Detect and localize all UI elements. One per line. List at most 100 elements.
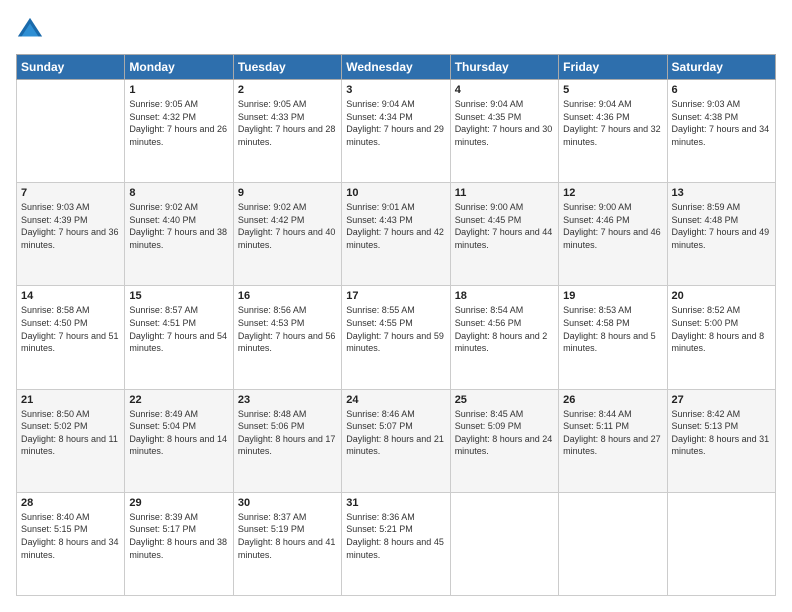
- calendar-cell: 31 Sunrise: 8:36 AMSunset: 5:21 PMDayligh…: [342, 492, 450, 595]
- calendar-cell: 23 Sunrise: 8:48 AMSunset: 5:06 PMDayligh…: [233, 389, 341, 492]
- day-info: Sunrise: 8:52 AMSunset: 5:00 PMDaylight:…: [672, 304, 771, 354]
- day-info: Sunrise: 9:04 AMSunset: 4:35 PMDaylight:…: [455, 98, 554, 148]
- calendar-cell: 22 Sunrise: 8:49 AMSunset: 5:04 PMDayligh…: [125, 389, 233, 492]
- day-info: Sunrise: 8:57 AMSunset: 4:51 PMDaylight:…: [129, 304, 228, 354]
- day-info: Sunrise: 8:37 AMSunset: 5:19 PMDaylight:…: [238, 511, 337, 561]
- day-info: Sunrise: 8:48 AMSunset: 5:06 PMDaylight:…: [238, 408, 337, 458]
- day-info: Sunrise: 9:05 AMSunset: 4:32 PMDaylight:…: [129, 98, 228, 148]
- calendar-week-row: 21 Sunrise: 8:50 AMSunset: 5:02 PMDayligh…: [17, 389, 776, 492]
- calendar-week-row: 14 Sunrise: 8:58 AMSunset: 4:50 PMDayligh…: [17, 286, 776, 389]
- day-number: 18: [455, 290, 554, 302]
- day-number: 12: [563, 187, 662, 199]
- day-number: 31: [346, 497, 445, 509]
- day-info: Sunrise: 8:53 AMSunset: 4:58 PMDaylight:…: [563, 304, 662, 354]
- day-info: Sunrise: 8:40 AMSunset: 5:15 PMDaylight:…: [21, 511, 120, 561]
- calendar-cell: 9Sunrise: 9:02 AMSunset: 4:42 PMDaylight…: [233, 183, 341, 286]
- calendar-cell: 19Sunrise: 8:53 AMSunset: 4:58 PMDayligh…: [559, 286, 667, 389]
- header: [16, 16, 776, 44]
- day-number: 1: [129, 84, 228, 96]
- day-number: 22: [129, 394, 228, 406]
- day-info: Sunrise: 9:00 AMSunset: 4:46 PMDaylight:…: [563, 201, 662, 251]
- day-info: Sunrise: 8:45 AMSunset: 5:09 PMDaylight:…: [455, 408, 554, 458]
- calendar-cell: 12 Sunrise: 9:00 AMSunset: 4:46 PMDayligh…: [559, 183, 667, 286]
- day-info: Sunrise: 8:36 AMSunset: 5:21 PMDaylight:…: [346, 511, 445, 561]
- calendar-cell: 10 Sunrise: 9:01 AMSunset: 4:43 PMDayligh…: [342, 183, 450, 286]
- day-number: 24: [346, 394, 445, 406]
- weekday-header: Wednesday: [342, 55, 450, 80]
- calendar-cell: 27 Sunrise: 8:42 AMSunset: 5:13 PMDayligh…: [667, 389, 775, 492]
- calendar-cell: 5Sunrise: 9:04 AMSunset: 4:36 PMDaylight…: [559, 80, 667, 183]
- day-info: Sunrise: 8:58 AMSunset: 4:50 PMDaylight:…: [21, 304, 120, 354]
- day-info: Sunrise: 8:59 AMSunset: 4:48 PMDaylight:…: [672, 201, 771, 251]
- day-info: Sunrise: 9:01 AMSunset: 4:43 PMDaylight:…: [346, 201, 445, 251]
- day-info: Sunrise: 9:02 AMSunset: 4:40 PMDaylight:…: [129, 201, 228, 251]
- calendar-cell: 4 Sunrise: 9:04 AMSunset: 4:35 PMDaylight…: [450, 80, 558, 183]
- calendar-cell: 6Sunrise: 9:03 AMSunset: 4:38 PMDaylight…: [667, 80, 775, 183]
- day-number: 26: [563, 394, 662, 406]
- day-number: 23: [238, 394, 337, 406]
- day-info: Sunrise: 9:03 AMSunset: 4:39 PMDaylight:…: [21, 201, 120, 251]
- day-number: 25: [455, 394, 554, 406]
- calendar-cell: 17Sunrise: 8:55 AMSunset: 4:55 PMDayligh…: [342, 286, 450, 389]
- day-info: Sunrise: 8:39 AMSunset: 5:17 PMDaylight:…: [129, 511, 228, 561]
- calendar-cell: [667, 492, 775, 595]
- day-info: Sunrise: 8:54 AMSunset: 4:56 PMDaylight:…: [455, 304, 554, 354]
- day-info: Sunrise: 8:44 AMSunset: 5:11 PMDaylight:…: [563, 408, 662, 458]
- day-info: Sunrise: 8:50 AMSunset: 5:02 PMDaylight:…: [21, 408, 120, 458]
- day-number: 21: [21, 394, 120, 406]
- day-number: 3: [346, 84, 445, 96]
- weekday-header: Sunday: [17, 55, 125, 80]
- page: SundayMondayTuesdayWednesdayThursdayFrid…: [0, 0, 792, 612]
- day-info: Sunrise: 8:46 AMSunset: 5:07 PMDaylight:…: [346, 408, 445, 458]
- day-number: 11: [455, 187, 554, 199]
- day-info: Sunrise: 9:05 AMSunset: 4:33 PMDaylight:…: [238, 98, 337, 148]
- calendar-cell: 3Sunrise: 9:04 AMSunset: 4:34 PMDaylight…: [342, 80, 450, 183]
- weekday-header-row: SundayMondayTuesdayWednesdayThursdayFrid…: [17, 55, 776, 80]
- day-info: Sunrise: 8:55 AMSunset: 4:55 PMDaylight:…: [346, 304, 445, 354]
- day-number: 2: [238, 84, 337, 96]
- calendar-cell: 26 Sunrise: 8:44 AMSunset: 5:11 PMDayligh…: [559, 389, 667, 492]
- day-info: Sunrise: 8:49 AMSunset: 5:04 PMDaylight:…: [129, 408, 228, 458]
- calendar-cell: 1 Sunrise: 9:05 AMSunset: 4:32 PMDaylight…: [125, 80, 233, 183]
- day-number: 10: [346, 187, 445, 199]
- day-info: Sunrise: 8:56 AMSunset: 4:53 PMDaylight:…: [238, 304, 337, 354]
- day-number: 28: [21, 497, 120, 509]
- calendar-cell: 29 Sunrise: 8:39 AMSunset: 5:17 PMDayligh…: [125, 492, 233, 595]
- day-info: Sunrise: 9:03 AMSunset: 4:38 PMDaylight:…: [672, 98, 771, 148]
- day-number: 14: [21, 290, 120, 302]
- calendar-cell: 16 Sunrise: 8:56 AMSunset: 4:53 PMDayligh…: [233, 286, 341, 389]
- day-number: 15: [129, 290, 228, 302]
- calendar-cell: 15 Sunrise: 8:57 AMSunset: 4:51 PMDayligh…: [125, 286, 233, 389]
- calendar-cell: [17, 80, 125, 183]
- logo: [16, 16, 48, 44]
- calendar-cell: 18 Sunrise: 8:54 AMSunset: 4:56 PMDayligh…: [450, 286, 558, 389]
- day-info: Sunrise: 8:42 AMSunset: 5:13 PMDaylight:…: [672, 408, 771, 458]
- day-number: 30: [238, 497, 337, 509]
- day-number: 20: [672, 290, 771, 302]
- day-number: 4: [455, 84, 554, 96]
- calendar-cell: 21 Sunrise: 8:50 AMSunset: 5:02 PMDayligh…: [17, 389, 125, 492]
- calendar-cell: 11 Sunrise: 9:00 AMSunset: 4:45 PMDayligh…: [450, 183, 558, 286]
- calendar-cell: 13 Sunrise: 8:59 AMSunset: 4:48 PMDayligh…: [667, 183, 775, 286]
- day-info: Sunrise: 9:00 AMSunset: 4:45 PMDaylight:…: [455, 201, 554, 251]
- day-number: 27: [672, 394, 771, 406]
- calendar-week-row: 28 Sunrise: 8:40 AMSunset: 5:15 PMDayligh…: [17, 492, 776, 595]
- calendar-week-row: 1 Sunrise: 9:05 AMSunset: 4:32 PMDaylight…: [17, 80, 776, 183]
- weekday-header: Saturday: [667, 55, 775, 80]
- calendar-cell: 7Sunrise: 9:03 AMSunset: 4:39 PMDaylight…: [17, 183, 125, 286]
- day-number: 29: [129, 497, 228, 509]
- calendar-cell: 20 Sunrise: 8:52 AMSunset: 5:00 PMDayligh…: [667, 286, 775, 389]
- day-info: Sunrise: 9:02 AMSunset: 4:42 PMDaylight:…: [238, 201, 337, 251]
- calendar-week-row: 7Sunrise: 9:03 AMSunset: 4:39 PMDaylight…: [17, 183, 776, 286]
- day-number: 16: [238, 290, 337, 302]
- calendar-cell: [450, 492, 558, 595]
- calendar-cell: 25 Sunrise: 8:45 AMSunset: 5:09 PMDayligh…: [450, 389, 558, 492]
- calendar-cell: 8Sunrise: 9:02 AMSunset: 4:40 PMDaylight…: [125, 183, 233, 286]
- calendar-cell: 28 Sunrise: 8:40 AMSunset: 5:15 PMDayligh…: [17, 492, 125, 595]
- weekday-header: Monday: [125, 55, 233, 80]
- logo-icon: [16, 16, 44, 44]
- calendar-cell: 2 Sunrise: 9:05 AMSunset: 4:33 PMDaylight…: [233, 80, 341, 183]
- calendar-cell: 30 Sunrise: 8:37 AMSunset: 5:19 PMDayligh…: [233, 492, 341, 595]
- calendar-cell: [559, 492, 667, 595]
- day-number: 13: [672, 187, 771, 199]
